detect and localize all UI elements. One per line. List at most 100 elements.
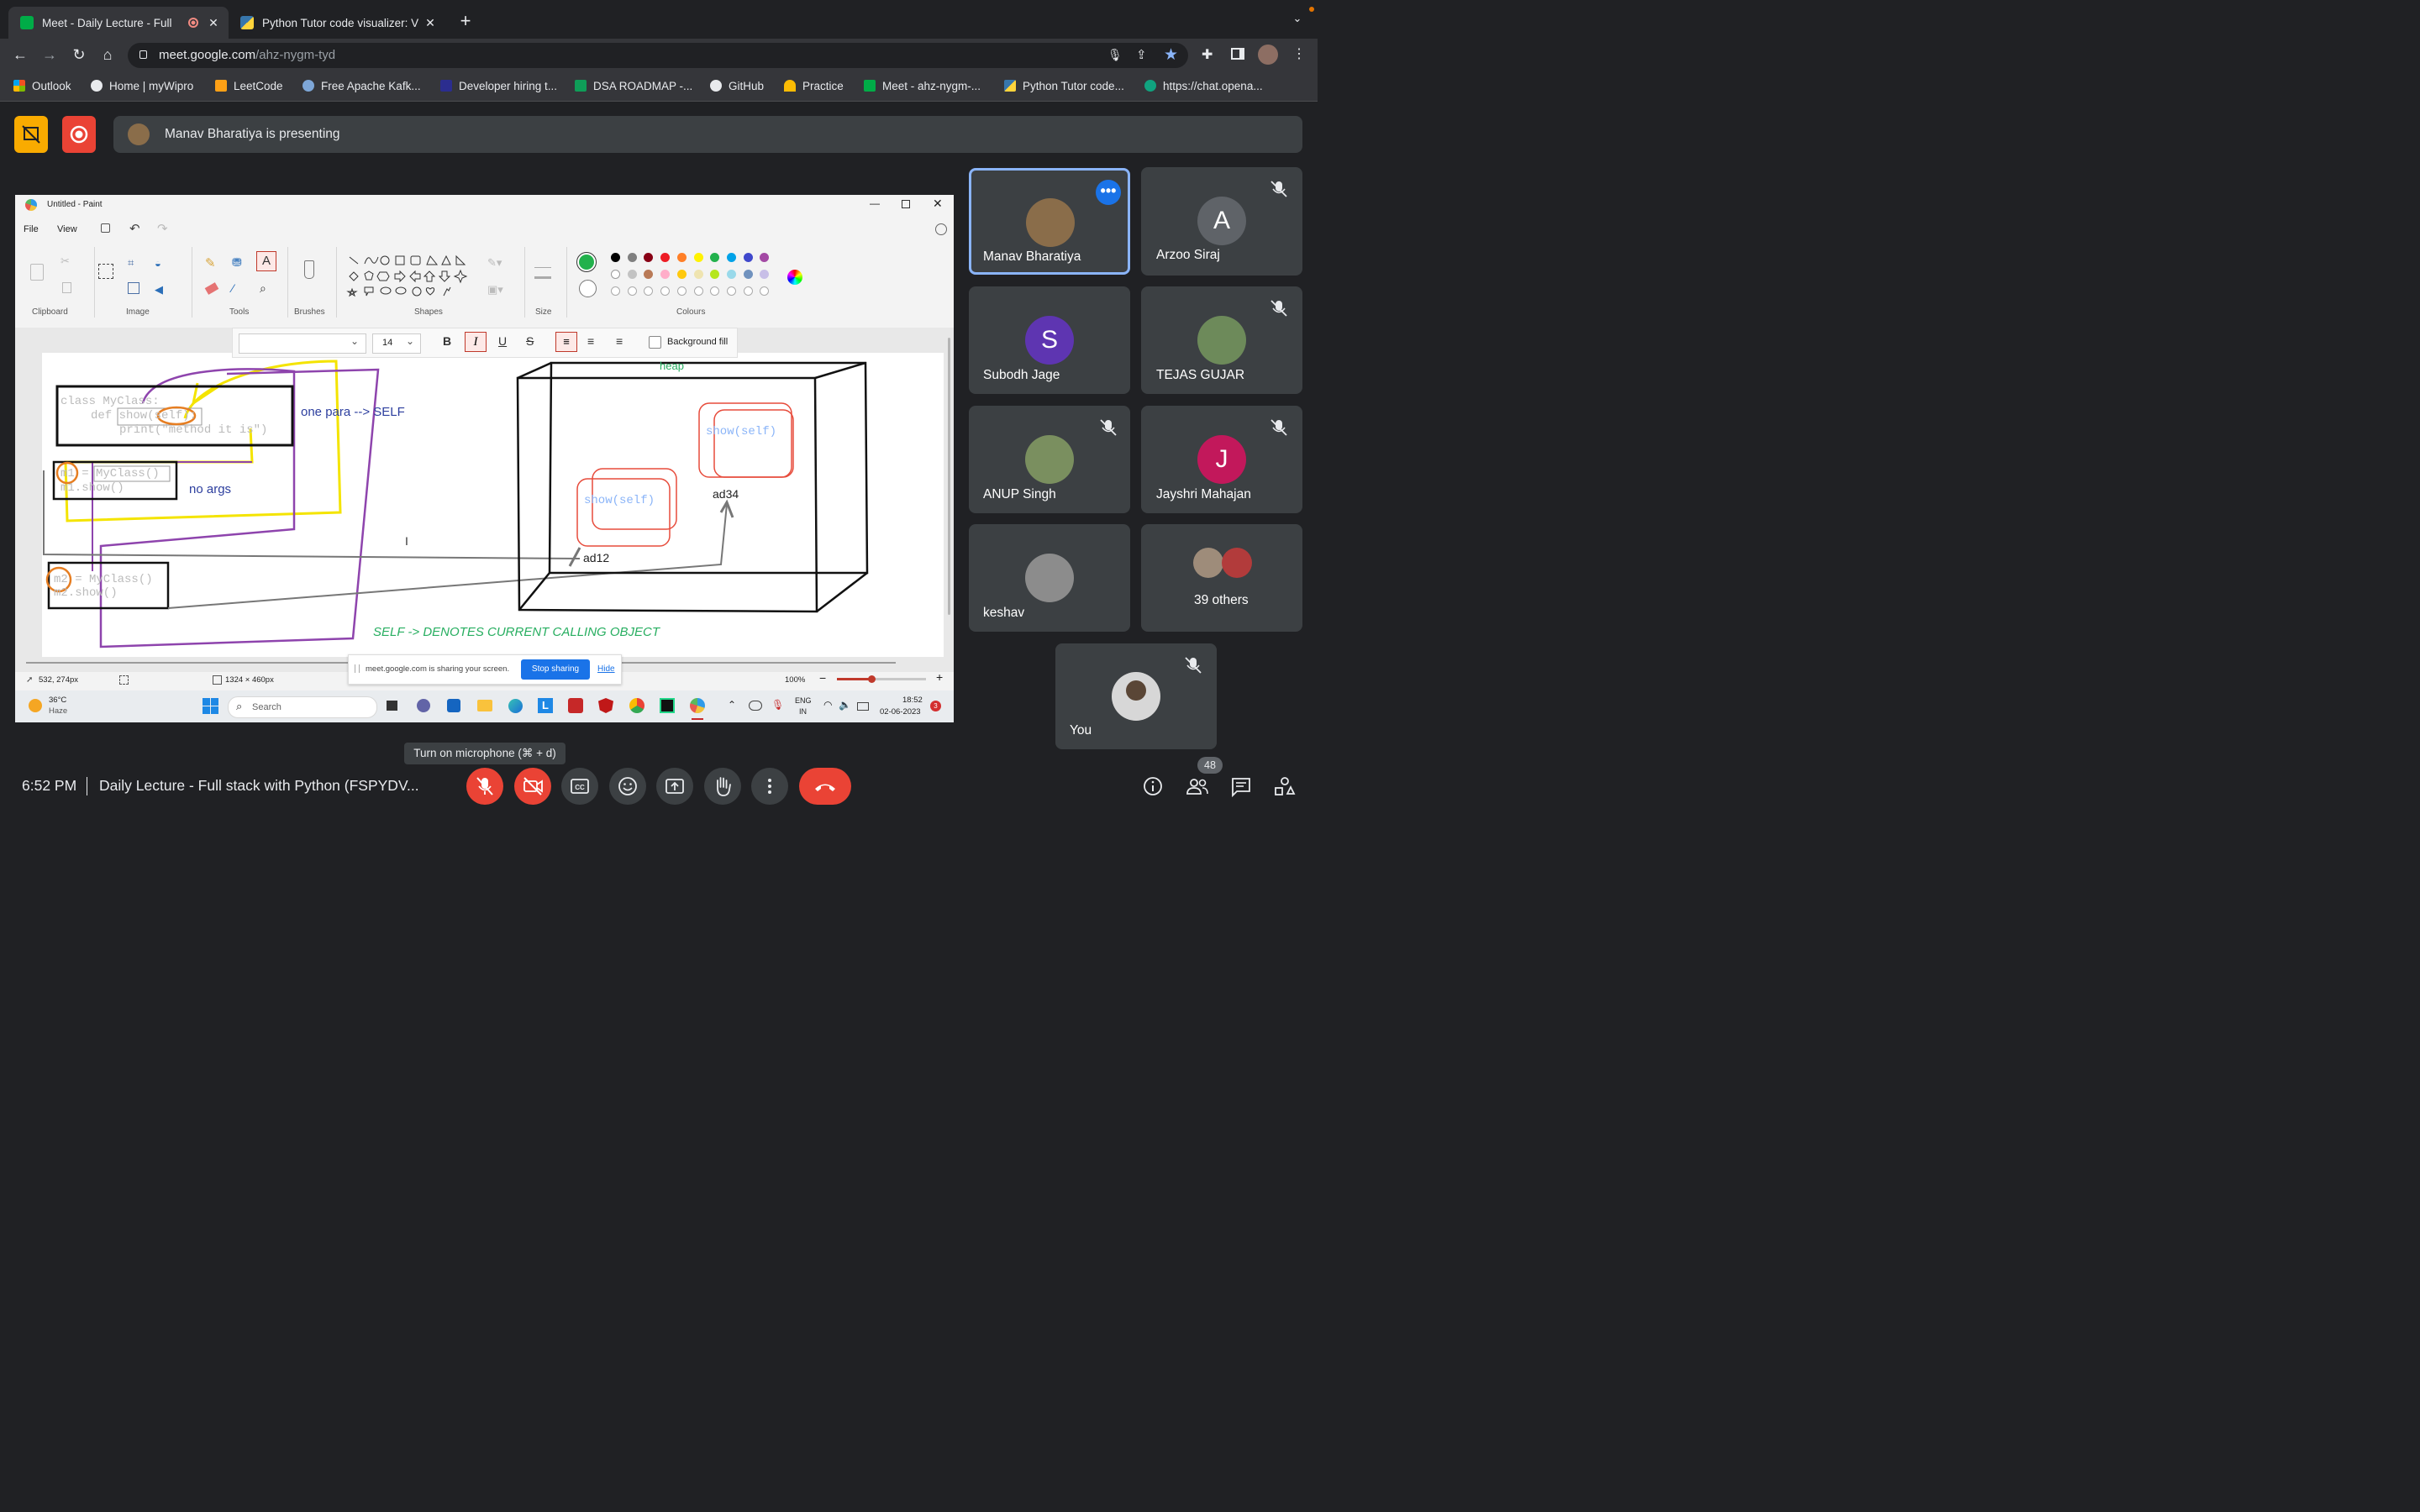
- share-icon[interactable]: ⇪: [1136, 47, 1147, 62]
- tab-meet[interactable]: Meet - Daily Lecture - Full ✕: [8, 7, 229, 39]
- palette-swatch[interactable]: [611, 253, 620, 262]
- hide-link[interactable]: Hide: [597, 664, 615, 674]
- fill-style-icon[interactable]: ▣▾: [487, 283, 503, 297]
- shapes-gallery[interactable]: [345, 252, 471, 299]
- side-panel-icon[interactable]: [1231, 48, 1244, 60]
- align-center-button[interactable]: ≡: [587, 334, 594, 348]
- home-icon[interactable]: ⌂: [97, 44, 118, 66]
- underline-button[interactable]: U: [498, 334, 507, 348]
- color-picker-icon[interactable]: ⁄: [232, 281, 234, 295]
- palette-swatch[interactable]: [676, 270, 687, 279]
- palette-swatch[interactable]: [710, 286, 720, 296]
- close-window-icon[interactable]: ✕: [933, 197, 943, 211]
- drawing-canvas[interactable]: class MyClass: def show(self): print("me…: [42, 353, 944, 657]
- participant-tile[interactable]: A Arzoo Siraj: [1141, 167, 1302, 276]
- palette-swatch[interactable]: [611, 286, 620, 296]
- background-fill-checkbox[interactable]: [649, 336, 661, 349]
- close-tab-icon[interactable]: ✕: [205, 16, 222, 30]
- brush-icon[interactable]: [304, 260, 314, 279]
- bookmark-item[interactable]: Developer hiring t...: [440, 78, 557, 93]
- palette-swatch[interactable]: [760, 253, 770, 262]
- palette-swatch[interactable]: [676, 253, 687, 262]
- folder-icon[interactable]: [477, 700, 492, 711]
- volume-icon[interactable]: 🔈: [839, 699, 851, 711]
- palette-swatch[interactable]: [710, 270, 720, 279]
- chrome-icon[interactable]: [629, 698, 644, 713]
- file-explorer-icon[interactable]: [387, 701, 397, 711]
- palette-swatch[interactable]: [693, 286, 703, 296]
- participant-tile[interactable]: TEJAS GUJAR: [1141, 286, 1302, 394]
- maximize-icon[interactable]: [902, 200, 910, 208]
- bold-button[interactable]: B: [443, 334, 451, 348]
- palette-swatch[interactable]: [743, 270, 753, 279]
- palette-swatch[interactable]: [676, 286, 687, 296]
- address-bar[interactable]: meet.google.com/ahz-nygm-tyd 🎙 ⇪ ★: [128, 43, 1188, 68]
- store-icon[interactable]: [447, 699, 460, 712]
- secondary-color[interactable]: [579, 280, 597, 297]
- bookmark-item[interactable]: Free Apache Kafk...: [302, 78, 421, 93]
- palette-swatch[interactable]: [743, 253, 753, 262]
- app-red-icon[interactable]: [568, 698, 583, 713]
- vertical-scrollbar[interactable]: [948, 338, 950, 615]
- edit-colours-icon[interactable]: [787, 270, 802, 285]
- primary-color[interactable]: [576, 252, 597, 272]
- camera-button[interactable]: [514, 768, 551, 805]
- people-icon[interactable]: [1185, 774, 1210, 799]
- participant-tile[interactable]: J Jayshri Mahajan: [1141, 406, 1302, 513]
- self-tile[interactable]: You: [1055, 643, 1217, 749]
- fill-icon[interactable]: ⛃: [232, 255, 242, 270]
- new-tab-button[interactable]: +: [455, 11, 476, 31]
- palette-swatch[interactable]: [693, 253, 703, 262]
- palette-swatch[interactable]: [627, 286, 637, 296]
- participant-tile[interactable]: keshav: [969, 524, 1130, 632]
- palette-swatch[interactable]: [743, 286, 753, 296]
- captions-off-button[interactable]: [14, 116, 48, 153]
- undo-icon[interactable]: ↶: [129, 221, 140, 236]
- participant-tile[interactable]: ••• Manav Bharatiya: [969, 168, 1130, 275]
- crop-icon[interactable]: ⌗: [128, 256, 134, 270]
- palette-swatch[interactable]: [644, 286, 654, 296]
- palette-swatch[interactable]: [726, 253, 736, 262]
- resize-icon[interactable]: [128, 282, 139, 294]
- stop-sharing-button[interactable]: Stop sharing: [521, 659, 590, 680]
- rotate-icon[interactable]: ◒: [155, 257, 161, 270]
- recording-button[interactable]: [62, 116, 96, 153]
- bookmark-item[interactable]: GitHub: [710, 78, 764, 93]
- windows-start-icon[interactable]: [203, 698, 218, 714]
- flip-icon[interactable]: ◀: [155, 283, 163, 297]
- palette-swatch[interactable]: [627, 270, 637, 279]
- align-left-button[interactable]: ≡: [555, 332, 577, 352]
- minimize-icon[interactable]: —: [870, 197, 880, 209]
- palette-swatch[interactable]: [726, 270, 736, 279]
- paste-icon[interactable]: [30, 264, 44, 281]
- bookmark-item[interactable]: Python Tutor code...: [1004, 78, 1124, 93]
- palette-swatch[interactable]: [660, 253, 671, 262]
- more-options-icon[interactable]: •••: [1096, 180, 1121, 205]
- drag-handle-icon[interactable]: [355, 664, 360, 673]
- activities-icon[interactable]: [1272, 774, 1297, 799]
- text-tool-icon[interactable]: A: [256, 251, 276, 271]
- wifi-icon[interactable]: ◠: [823, 699, 832, 711]
- bookmark-item[interactable]: Outlook: [13, 78, 71, 93]
- italic-button[interactable]: I: [465, 332, 487, 352]
- palette-swatch[interactable]: [644, 270, 654, 279]
- close-tab-icon[interactable]: ✕: [422, 16, 439, 30]
- battery-icon[interactable]: [857, 702, 869, 711]
- zoom-in-icon[interactable]: +: [936, 670, 943, 684]
- palette-swatch[interactable]: [693, 270, 703, 279]
- forward-icon[interactable]: →: [39, 44, 60, 66]
- palette-swatch[interactable]: [627, 253, 637, 262]
- size-icon[interactable]: [534, 267, 551, 279]
- cut-icon[interactable]: ✂: [60, 255, 70, 268]
- paint-taskbar-icon[interactable]: [690, 698, 705, 713]
- pycharm-icon[interactable]: [660, 698, 675, 713]
- palette-swatch[interactable]: [644, 253, 654, 262]
- notification-badge[interactable]: 3: [930, 701, 941, 711]
- chevron-up-icon[interactable]: ⌃: [728, 699, 736, 711]
- tab-python-tutor[interactable]: Python Tutor code visualizer: V ✕: [229, 7, 445, 39]
- app-l-icon[interactable]: L: [538, 698, 553, 713]
- zoom-slider-thumb[interactable]: [868, 675, 876, 683]
- lock-icon[interactable]: [139, 50, 147, 59]
- font-family-select[interactable]: ⌄: [239, 333, 366, 354]
- others-tile[interactable]: 39 others: [1141, 524, 1302, 632]
